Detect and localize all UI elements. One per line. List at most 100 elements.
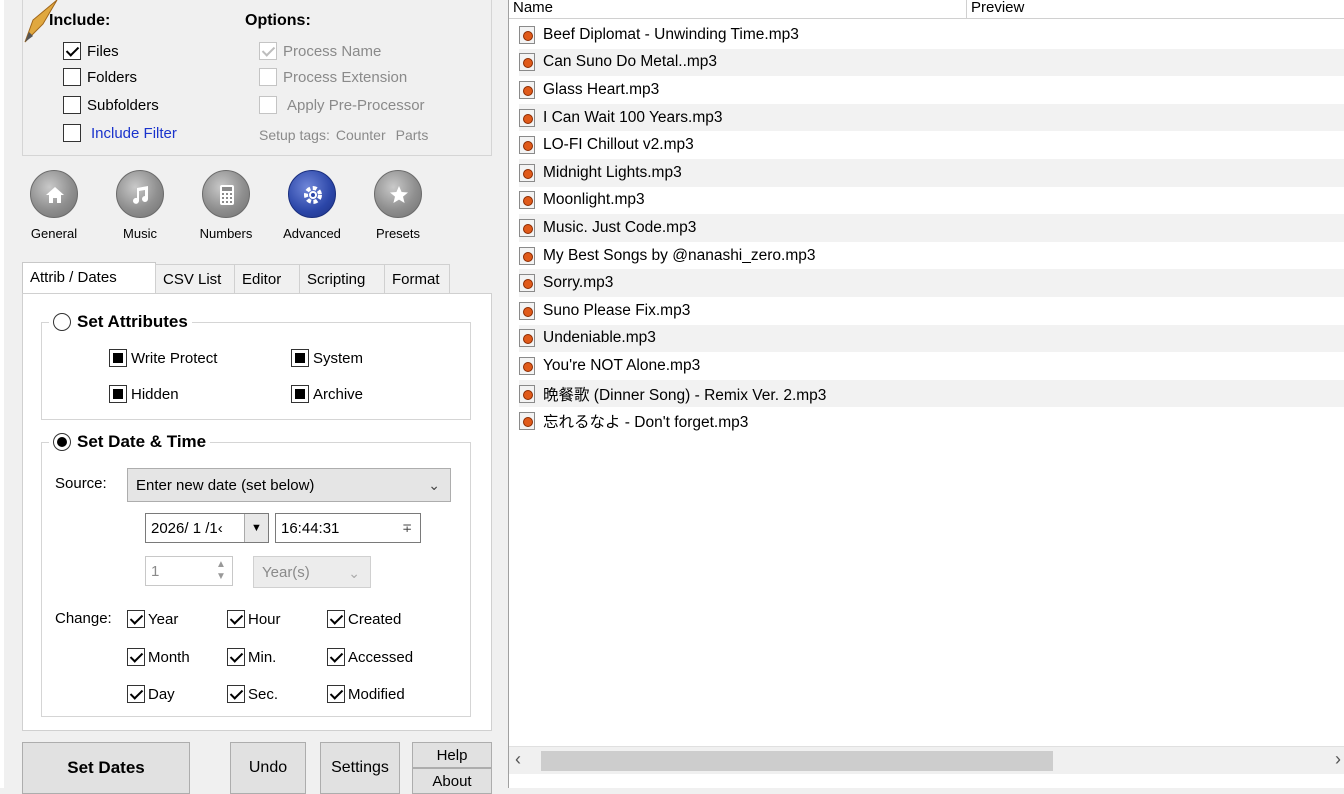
day-checkbox[interactable]: Day bbox=[127, 683, 175, 705]
list-item[interactable]: LO-FI Chillout v2.mp3 bbox=[519, 131, 1344, 159]
checkbox-box[interactable] bbox=[327, 648, 345, 666]
system-checkbox[interactable]: System bbox=[291, 347, 363, 369]
scrollbar-thumb[interactable] bbox=[541, 751, 1053, 771]
settings-button[interactable]: Settings bbox=[320, 742, 400, 794]
tab-editor[interactable]: Editor bbox=[234, 264, 300, 294]
checkbox-box[interactable] bbox=[327, 610, 345, 628]
scroll-left-icon[interactable]: ‹ bbox=[515, 749, 521, 770]
audio-file-icon bbox=[519, 412, 535, 431]
modified-checkbox[interactable]: Modified bbox=[327, 683, 405, 705]
accessed-label: Accessed bbox=[348, 648, 414, 666]
audio-file-icon bbox=[519, 356, 535, 375]
list-item[interactable]: Suno Please Fix.mp3 bbox=[519, 297, 1344, 325]
radio-circle[interactable] bbox=[53, 313, 71, 331]
list-item[interactable]: I Can Wait 100 Years.mp3 bbox=[519, 103, 1344, 132]
set-dates-button[interactable]: Set Dates bbox=[22, 742, 190, 794]
list-item[interactable]: 忘れるなよ - Don't forget.mp3 bbox=[519, 407, 1344, 435]
process-extension-checkbox[interactable]: Process Extension bbox=[259, 66, 407, 88]
checkbox-box[interactable] bbox=[63, 124, 81, 142]
date-picker[interactable]: 2026/ 1 /1‹ ▼ bbox=[145, 513, 269, 543]
checkbox-box[interactable] bbox=[127, 685, 145, 703]
list-item[interactable]: Glass Heart.mp3 bbox=[519, 76, 1344, 104]
dropdown-arrow-icon[interactable]: ▼ bbox=[244, 514, 268, 542]
checkbox-box[interactable] bbox=[63, 42, 81, 60]
offset-input[interactable]: 1 ▲ ▼ bbox=[145, 556, 233, 586]
unit-select[interactable]: Year(s) ⌄ bbox=[253, 556, 371, 588]
list-item[interactable]: You're NOT Alone.mp3 bbox=[519, 352, 1344, 380]
checkbox-box[interactable] bbox=[63, 96, 81, 114]
help-button[interactable]: Help bbox=[412, 742, 492, 768]
about-button[interactable]: About bbox=[412, 768, 492, 794]
min-checkbox[interactable]: Min. bbox=[227, 646, 276, 668]
list-item[interactable]: Can Suno Do Metal..mp3 bbox=[519, 48, 1344, 77]
checkbox-box[interactable] bbox=[259, 42, 277, 60]
checkbox-box[interactable] bbox=[227, 648, 245, 666]
setup-tags-label: Setup tags: bbox=[259, 127, 330, 143]
radio-circle[interactable] bbox=[53, 433, 71, 451]
advanced-button[interactable]: Advanced bbox=[274, 170, 350, 241]
process-extension-label: Process Extension bbox=[283, 68, 408, 86]
day-label: Day bbox=[148, 685, 175, 703]
spinner-icon[interactable]: ▲ ▼ bbox=[212, 559, 230, 583]
archive-checkbox[interactable]: Archive bbox=[291, 383, 363, 405]
include-filter-link[interactable]: Include Filter bbox=[91, 125, 177, 142]
source-select[interactable]: Enter new date (set below) ⌄ bbox=[127, 468, 451, 502]
list-item[interactable]: Music. Just Code.mp3 bbox=[519, 214, 1344, 242]
list-item[interactable]: Sorry.mp3 bbox=[519, 269, 1344, 297]
column-header-preview[interactable]: Preview bbox=[967, 0, 1344, 19]
checkbox-box[interactable] bbox=[227, 685, 245, 703]
checkbox-box[interactable] bbox=[259, 96, 277, 114]
list-item[interactable]: My Best Songs by @nanashi_zero.mp3 bbox=[519, 242, 1344, 270]
checkbox-box[interactable] bbox=[291, 349, 309, 367]
checkbox-box[interactable] bbox=[291, 385, 309, 403]
tab-csv-list[interactable]: CSV List bbox=[155, 264, 235, 294]
created-checkbox[interactable]: Created bbox=[327, 608, 401, 630]
tab-scripting[interactable]: Scripting bbox=[299, 264, 385, 294]
write-protect-checkbox[interactable]: Write Protect bbox=[109, 347, 217, 369]
tab-format[interactable]: Format bbox=[384, 264, 450, 294]
file-name: You're NOT Alone.mp3 bbox=[543, 356, 701, 374]
spinner-icon[interactable]: ∓ bbox=[396, 516, 418, 540]
checkbox-box[interactable] bbox=[109, 385, 127, 403]
checkbox-box[interactable] bbox=[63, 68, 81, 86]
accessed-checkbox[interactable]: Accessed bbox=[327, 646, 413, 668]
checkbox-box[interactable] bbox=[127, 610, 145, 628]
numbers-button[interactable]: Numbers bbox=[188, 170, 264, 241]
presets-button[interactable]: Presets bbox=[360, 170, 436, 241]
set-attributes-radio[interactable]: Set Attributes bbox=[49, 312, 192, 332]
hidden-checkbox[interactable]: Hidden bbox=[109, 383, 179, 405]
music-button[interactable]: Music bbox=[102, 170, 178, 241]
counter-link[interactable]: Counter bbox=[336, 127, 386, 143]
general-label: General bbox=[30, 226, 78, 241]
column-header-name[interactable]: Name bbox=[509, 0, 967, 19]
parts-link[interactable]: Parts bbox=[396, 127, 429, 143]
process-name-checkbox[interactable]: Process Name bbox=[259, 40, 381, 62]
time-picker[interactable]: 16:44:31 ∓ bbox=[275, 513, 421, 543]
checkbox-box[interactable] bbox=[227, 610, 245, 628]
subfolders-checkbox[interactable]: Subfolders bbox=[63, 94, 159, 116]
checkbox-box[interactable] bbox=[327, 685, 345, 703]
list-item[interactable]: Undeniable.mp3 bbox=[519, 324, 1344, 353]
files-checkbox[interactable]: Files bbox=[63, 40, 119, 62]
general-button[interactable]: General bbox=[16, 170, 92, 241]
list-item[interactable]: Moonlight.mp3 bbox=[519, 187, 1344, 215]
list-item[interactable]: Beef Diplomat - Unwinding Time.mp3 bbox=[519, 21, 1344, 49]
hour-checkbox[interactable]: Hour bbox=[227, 608, 281, 630]
include-filter-checkbox[interactable]: Include Filter bbox=[63, 122, 177, 144]
list-item[interactable]: Midnight Lights.mp3 bbox=[519, 158, 1344, 187]
month-checkbox[interactable]: Month bbox=[127, 646, 190, 668]
scroll-right-icon[interactable]: › bbox=[1335, 749, 1341, 770]
file-list-view[interactable]: Name Preview Beef Diplomat - Unwinding T… bbox=[508, 0, 1344, 788]
apply-pre-processor-checkbox[interactable]: Apply Pre-Processor bbox=[259, 94, 425, 116]
year-checkbox[interactable]: Year bbox=[127, 608, 178, 630]
horizontal-scrollbar[interactable]: ‹ › bbox=[509, 746, 1344, 774]
set-date-time-radio[interactable]: Set Date & Time bbox=[49, 432, 211, 452]
undo-button[interactable]: Undo bbox=[230, 742, 306, 794]
sec-checkbox[interactable]: Sec. bbox=[227, 683, 278, 705]
tab-attrib-dates[interactable]: Attrib / Dates bbox=[22, 262, 156, 294]
checkbox-box[interactable] bbox=[109, 349, 127, 367]
list-item[interactable]: 晩餐歌 (Dinner Song) - Remix Ver. 2.mp3 bbox=[519, 379, 1344, 408]
folders-checkbox[interactable]: Folders bbox=[63, 66, 137, 88]
checkbox-box[interactable] bbox=[259, 68, 277, 86]
checkbox-box[interactable] bbox=[127, 648, 145, 666]
